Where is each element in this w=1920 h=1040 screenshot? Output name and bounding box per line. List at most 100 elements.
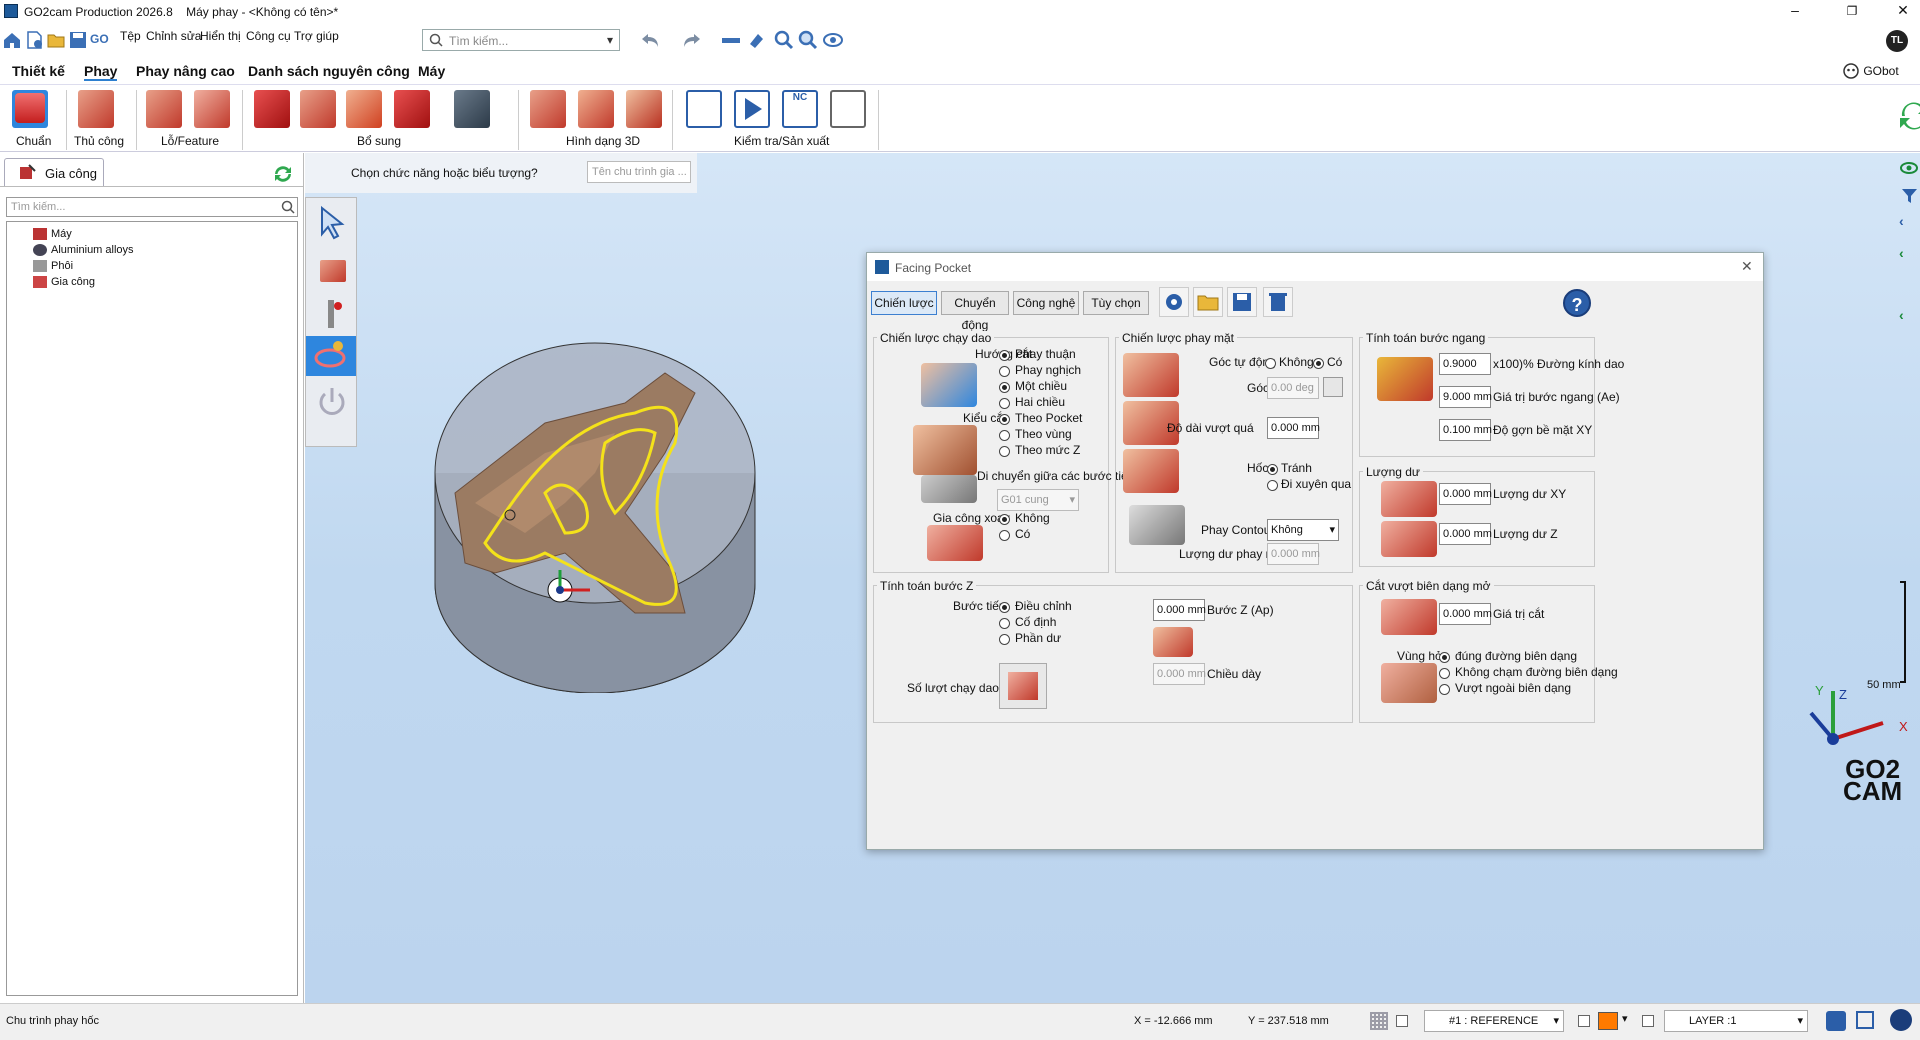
overshoot-input[interactable]: 0.000 mm <box>1267 417 1320 439</box>
toolpath-icon[interactable] <box>306 336 356 376</box>
tab-operation-list[interactable]: Danh sách nguyên công <box>248 63 410 79</box>
step-move-select[interactable]: G01 cung ▾ <box>997 489 1079 511</box>
measure-icon[interactable] <box>720 30 740 50</box>
search-input[interactable]: Tìm kiếm... ▾ <box>422 29 620 51</box>
one-way-radio[interactable] <box>999 382 1010 393</box>
rotary-yes-radio[interactable] <box>999 530 1010 541</box>
z-step-input[interactable]: 0.000 mm <box>1153 599 1206 621</box>
collapse-left-icon[interactable]: ‹ <box>1899 213 1920 235</box>
z-level-mode-radio[interactable] <box>999 446 1010 457</box>
tab-strategy[interactable]: Chiến lược <box>871 291 937 315</box>
color-swatch[interactable] <box>1598 1012 1618 1030</box>
on-profile-radio[interactable] <box>1439 652 1450 663</box>
reference-select[interactable]: #1 : REFERENCE ▾ <box>1424 1010 1564 1032</box>
no-touch-profile-radio[interactable] <box>1439 668 1450 679</box>
tab-options[interactable]: Tùy chọn <box>1083 291 1149 315</box>
layer-checkbox[interactable] <box>1642 1015 1654 1027</box>
select-cursor-icon[interactable] <box>314 204 350 240</box>
auto-angle-yes-radio[interactable] <box>1313 358 1324 369</box>
refresh-icon[interactable] <box>1896 98 1920 137</box>
view-eye-icon[interactable] <box>822 30 843 50</box>
delete-icon[interactable] <box>1263 287 1293 317</box>
zone-mode-radio[interactable] <box>999 430 1010 441</box>
snap-checkbox[interactable] <box>1396 1015 1408 1027</box>
nc-button[interactable]: NC <box>782 90 818 128</box>
tree-item-stock[interactable]: Phôi <box>33 260 73 272</box>
facing-allowance-input[interactable]: 0.000 mm <box>1267 543 1320 565</box>
collapse-left-3-icon[interactable]: ‹ <box>1899 307 1920 329</box>
dialog-close-button[interactable]: ✕ <box>1741 258 1753 275</box>
add-op3-button[interactable] <box>394 90 430 128</box>
tree-item-material[interactable]: Aluminium alloys <box>33 244 134 256</box>
save-icon[interactable] <box>68 30 88 50</box>
tools-icon[interactable] <box>1826 1011 1846 1031</box>
settings-gear-icon[interactable] <box>1159 287 1189 317</box>
add-op4-button[interactable] <box>454 90 490 128</box>
collapse-left-2-icon[interactable]: ‹ <box>1899 245 1920 267</box>
color-dropdown-icon[interactable]: ▾ <box>1622 1012 1628 1025</box>
cube-view-icon[interactable] <box>1856 1011 1874 1029</box>
open-folder-icon[interactable] <box>1193 287 1223 317</box>
search-dropdown-icon[interactable]: ▾ <box>607 33 613 47</box>
avoid-radio[interactable] <box>1267 464 1278 475</box>
zigzag-radio[interactable] <box>999 398 1010 409</box>
allowance-z-input[interactable]: 0.000 mm <box>1439 523 1492 545</box>
angle-pick-button[interactable] <box>1323 377 1343 397</box>
menu-edit[interactable]: Chỉnh sửa <box>146 29 201 43</box>
tree-search-input[interactable]: Tìm kiếm... <box>6 197 298 217</box>
home-icon[interactable] <box>2 30 22 50</box>
grid-icon[interactable] <box>1370 1012 1388 1030</box>
help-icon[interactable]: ? <box>1563 289 1591 317</box>
auto-angle-no-radio[interactable] <box>1265 358 1276 369</box>
climb-milling-radio[interactable] <box>999 350 1010 361</box>
close-button[interactable]: ✕ <box>1888 2 1918 19</box>
cut-value-input[interactable]: 0.000 mm <box>1439 603 1492 625</box>
passes-button[interactable] <box>999 663 1047 709</box>
visibility-eye-icon[interactable] <box>1899 157 1920 179</box>
tool-diameter-percent-input[interactable]: 0.9000 <box>1439 353 1491 375</box>
beyond-profile-radio[interactable] <box>1439 684 1450 695</box>
through-radio[interactable] <box>1267 480 1278 491</box>
tab-milling[interactable]: Phay <box>84 63 118 81</box>
menu-tools[interactable]: Công cụ <box>246 29 291 43</box>
tree-item-machine[interactable]: Máy <box>33 228 72 240</box>
contour-select[interactable]: Không ▾ <box>1267 519 1339 541</box>
tab-machine[interactable]: Máy <box>418 63 445 79</box>
scallop-xy-input[interactable]: 0.100 mm <box>1439 419 1492 441</box>
add-op2-button[interactable] <box>300 90 336 128</box>
cam-button[interactable] <box>346 90 382 128</box>
check-button[interactable] <box>686 90 722 128</box>
pocket-mode-radio[interactable] <box>999 414 1010 425</box>
manual-button[interactable] <box>78 90 114 128</box>
open-folder-icon[interactable] <box>46 30 66 50</box>
minimize-button[interactable]: – <box>1780 2 1810 18</box>
3d-shape3-button[interactable] <box>626 90 662 128</box>
menu-file[interactable]: Tệp <box>120 29 141 43</box>
stepover-ae-input[interactable]: 9.000 mm <box>1439 386 1492 408</box>
pin-icon[interactable] <box>1890 1009 1912 1031</box>
tab-technology[interactable]: Công nghệ <box>1013 291 1079 315</box>
power-icon[interactable] <box>314 384 350 420</box>
angle-input[interactable]: 0.00 deg <box>1267 377 1319 399</box>
part-3d-model[interactable] <box>365 273 815 693</box>
3d-shape1-button[interactable] <box>530 90 566 128</box>
fixed-radio[interactable] <box>999 618 1010 629</box>
3d-shape2-button[interactable] <box>578 90 614 128</box>
conventional-milling-radio[interactable] <box>999 366 1010 377</box>
zoom-icon[interactable] <box>774 30 794 50</box>
menu-view[interactable]: Hiển thị <box>200 29 241 43</box>
new-file-icon[interactable] <box>24 30 44 50</box>
user-avatar[interactable]: TL <box>1886 30 1908 52</box>
allowance-xy-input[interactable]: 0.000 mm <box>1439 483 1492 505</box>
save-icon[interactable] <box>1227 287 1257 317</box>
eraser-icon[interactable] <box>746 30 766 50</box>
color-checkbox[interactable] <box>1578 1015 1590 1027</box>
simulate-play-button[interactable] <box>734 90 770 128</box>
go-button[interactable]: GO <box>90 32 109 46</box>
add-op1-button[interactable] <box>254 90 290 128</box>
cycle-name-input[interactable]: Tên chu trình gia ... <box>587 161 691 183</box>
report-button[interactable] <box>830 90 866 128</box>
hole-button[interactable] <box>146 90 182 128</box>
tree-item-machining[interactable]: Gia công <box>33 276 95 288</box>
undo-icon[interactable] <box>640 30 660 50</box>
